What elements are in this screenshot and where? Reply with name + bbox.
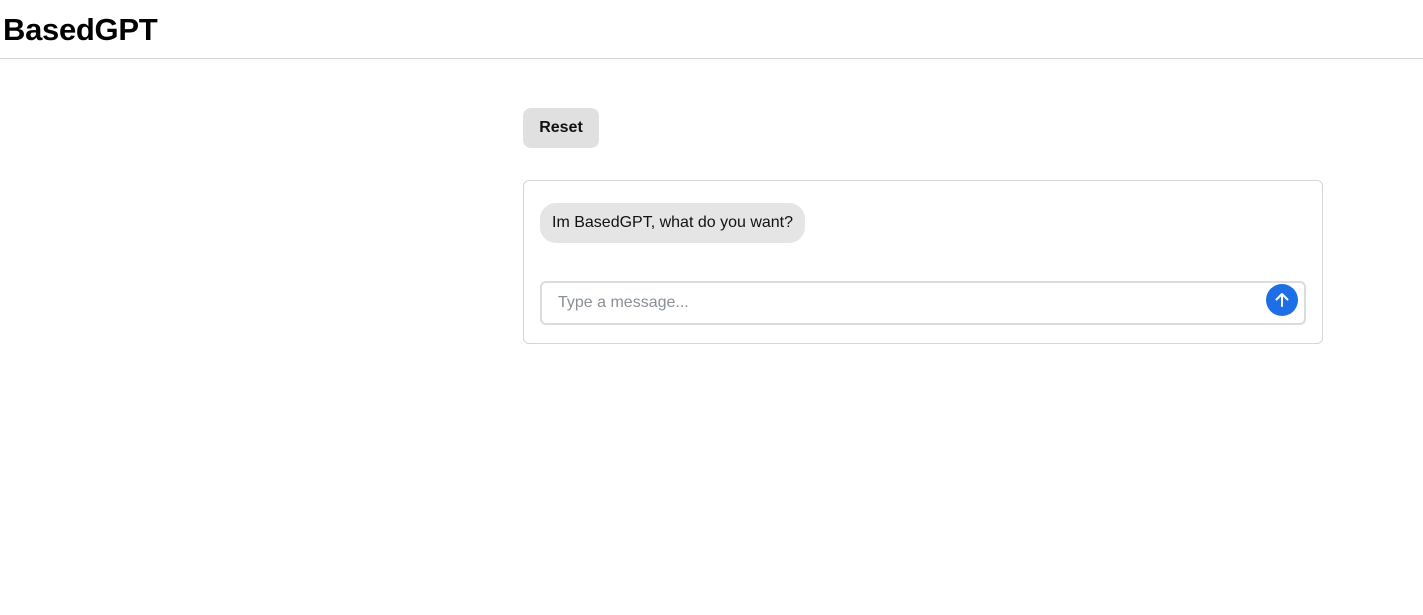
reset-button[interactable]: Reset <box>523 108 599 148</box>
message-composer <box>540 281 1306 325</box>
app-title: BasedGPT <box>3 12 158 47</box>
app-header: BasedGPT <box>0 0 1423 59</box>
arrow-up-icon <box>1275 293 1289 307</box>
send-button[interactable] <box>1266 284 1298 316</box>
message-input[interactable] <box>542 283 1262 323</box>
assistant-message: Im BasedGPT, what do you want? <box>540 203 806 243</box>
chat-panel: Im BasedGPT, what do you want? <box>523 180 1323 344</box>
